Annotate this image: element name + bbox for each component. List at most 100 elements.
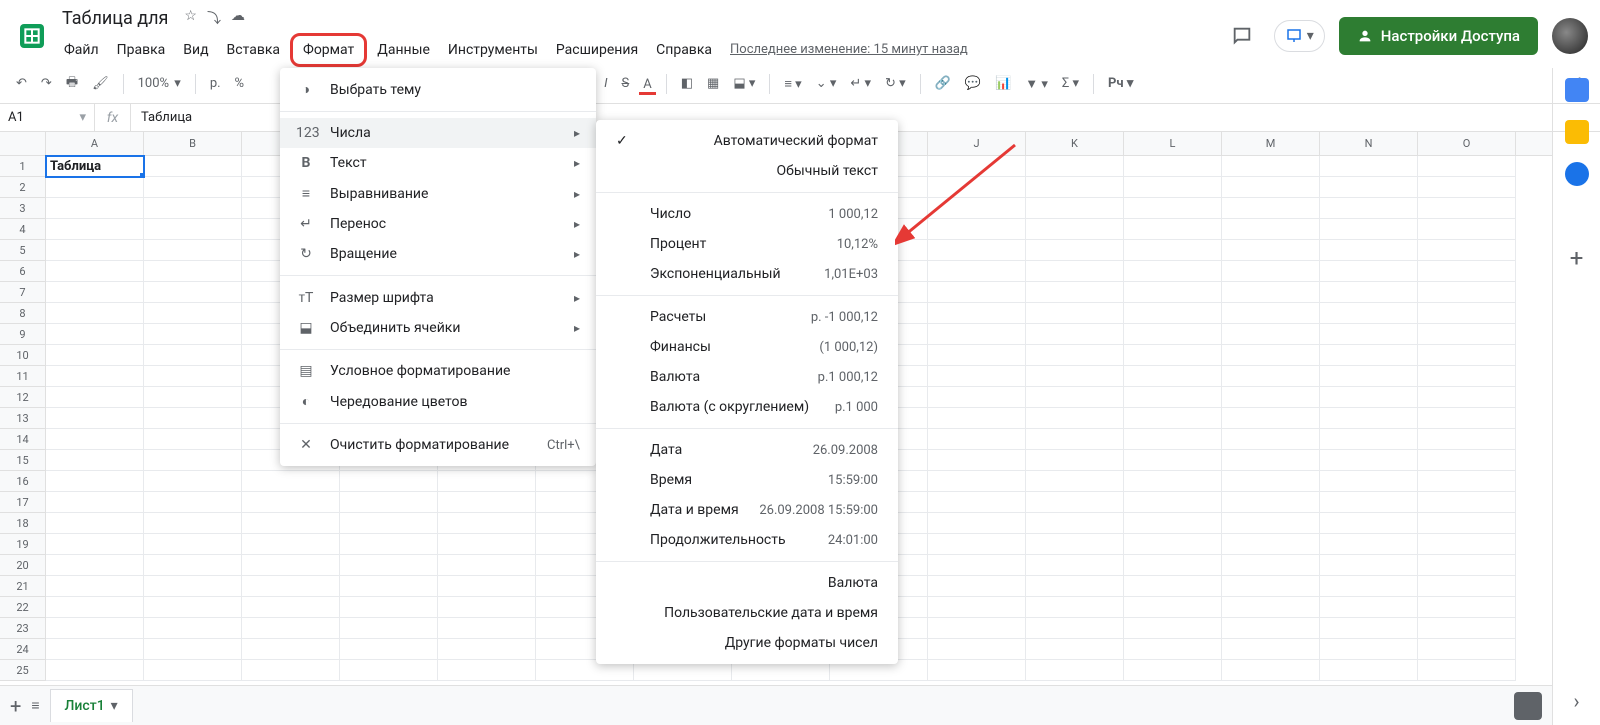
strikethrough-button[interactable]: S <box>618 72 634 95</box>
cell[interactable] <box>928 597 1026 618</box>
menu-wrap[interactable]: ↵Перенос▸ <box>280 209 596 239</box>
cell[interactable] <box>928 177 1026 198</box>
cell[interactable] <box>438 492 536 513</box>
cell[interactable] <box>928 618 1026 639</box>
cell[interactable] <box>928 198 1026 219</box>
cell[interactable] <box>928 303 1026 324</box>
row-header[interactable]: 18 <box>0 513 46 534</box>
row-header[interactable]: 1 <box>0 156 46 177</box>
submenu-duration[interactable]: Продолжительность24:01:00 <box>596 525 898 555</box>
cell[interactable] <box>1222 429 1320 450</box>
submenu-custom-number[interactable]: Другие форматы чисел <box>596 628 898 658</box>
cell[interactable] <box>1222 177 1320 198</box>
cell[interactable] <box>1124 345 1222 366</box>
cell[interactable] <box>1124 303 1222 324</box>
cell[interactable] <box>1124 282 1222 303</box>
cell[interactable] <box>340 471 438 492</box>
present-button[interactable]: ▾ <box>1274 20 1325 52</box>
cell[interactable] <box>46 303 144 324</box>
cell[interactable] <box>46 240 144 261</box>
cell[interactable] <box>1026 660 1124 681</box>
row-header[interactable]: 3 <box>0 198 46 219</box>
menu-text[interactable]: BТекст▸ <box>280 148 596 178</box>
cell[interactable] <box>144 240 242 261</box>
cell[interactable] <box>1320 429 1418 450</box>
cell[interactable] <box>1320 513 1418 534</box>
cell[interactable] <box>144 219 242 240</box>
cell[interactable] <box>1320 387 1418 408</box>
doc-title[interactable]: Таблица для <box>56 6 174 31</box>
cell[interactable] <box>1124 450 1222 471</box>
submenu-currency-more[interactable]: Валюта <box>596 568 898 598</box>
paint-format-button[interactable]: 🖌 <box>88 72 113 95</box>
cell[interactable] <box>46 492 144 513</box>
cell[interactable] <box>144 597 242 618</box>
cell[interactable] <box>1124 492 1222 513</box>
menu-format[interactable]: Формат <box>290 33 367 67</box>
menu-tools[interactable]: Инструменты <box>440 38 546 62</box>
cell[interactable] <box>1026 534 1124 555</box>
cell[interactable] <box>928 324 1026 345</box>
cell[interactable] <box>1418 408 1516 429</box>
cell[interactable] <box>1320 597 1418 618</box>
cell[interactable] <box>340 660 438 681</box>
cell[interactable] <box>144 387 242 408</box>
row-header[interactable]: 19 <box>0 534 46 555</box>
cell[interactable] <box>144 156 242 177</box>
cell[interactable] <box>1124 555 1222 576</box>
cell[interactable] <box>1026 366 1124 387</box>
cell[interactable] <box>1320 366 1418 387</box>
cell[interactable] <box>1222 324 1320 345</box>
cell[interactable] <box>438 597 536 618</box>
cell[interactable] <box>1026 618 1124 639</box>
cell[interactable] <box>1124 261 1222 282</box>
cell[interactable] <box>242 534 340 555</box>
cell[interactable] <box>242 597 340 618</box>
cell[interactable] <box>1124 429 1222 450</box>
submenu-financial[interactable]: Финансы(1 000,12) <box>596 332 898 362</box>
cell[interactable] <box>1222 450 1320 471</box>
cell[interactable] <box>1320 303 1418 324</box>
chart-button[interactable]: 📊 <box>991 72 1015 95</box>
cell[interactable] <box>1418 639 1516 660</box>
cell[interactable] <box>1124 366 1222 387</box>
cell[interactable] <box>1124 576 1222 597</box>
menu-alignment[interactable]: ≡Выравнивание▸ <box>280 178 596 209</box>
all-sheets-button[interactable]: ≡ <box>31 697 39 714</box>
cell[interactable] <box>928 282 1026 303</box>
row-header[interactable]: 23 <box>0 618 46 639</box>
cell[interactable] <box>46 219 144 240</box>
cell[interactable] <box>1320 450 1418 471</box>
cell[interactable] <box>1222 534 1320 555</box>
cell[interactable] <box>928 534 1026 555</box>
cell[interactable] <box>46 366 144 387</box>
cell[interactable] <box>1124 408 1222 429</box>
cell[interactable] <box>1320 282 1418 303</box>
cell[interactable] <box>340 492 438 513</box>
cell[interactable] <box>144 492 242 513</box>
cell[interactable] <box>1418 450 1516 471</box>
cell[interactable] <box>1026 408 1124 429</box>
cell[interactable] <box>1320 534 1418 555</box>
cell[interactable] <box>1222 471 1320 492</box>
cell[interactable] <box>46 450 144 471</box>
cell[interactable] <box>46 576 144 597</box>
filter-button[interactable]: ▼ ▾ <box>1021 72 1052 96</box>
cell[interactable] <box>1222 618 1320 639</box>
cell[interactable] <box>1320 660 1418 681</box>
row-header[interactable]: 16 <box>0 471 46 492</box>
cell[interactable] <box>928 513 1026 534</box>
cell[interactable] <box>928 660 1026 681</box>
cell[interactable] <box>928 471 1026 492</box>
cell[interactable] <box>144 366 242 387</box>
cell[interactable] <box>1124 324 1222 345</box>
cell[interactable] <box>928 156 1026 177</box>
row-header[interactable]: 24 <box>0 639 46 660</box>
cell[interactable] <box>1026 282 1124 303</box>
cell[interactable] <box>46 198 144 219</box>
cell[interactable] <box>1222 303 1320 324</box>
cell[interactable] <box>1124 387 1222 408</box>
cell[interactable] <box>928 492 1026 513</box>
cell[interactable] <box>1026 387 1124 408</box>
row-header[interactable]: 13 <box>0 408 46 429</box>
